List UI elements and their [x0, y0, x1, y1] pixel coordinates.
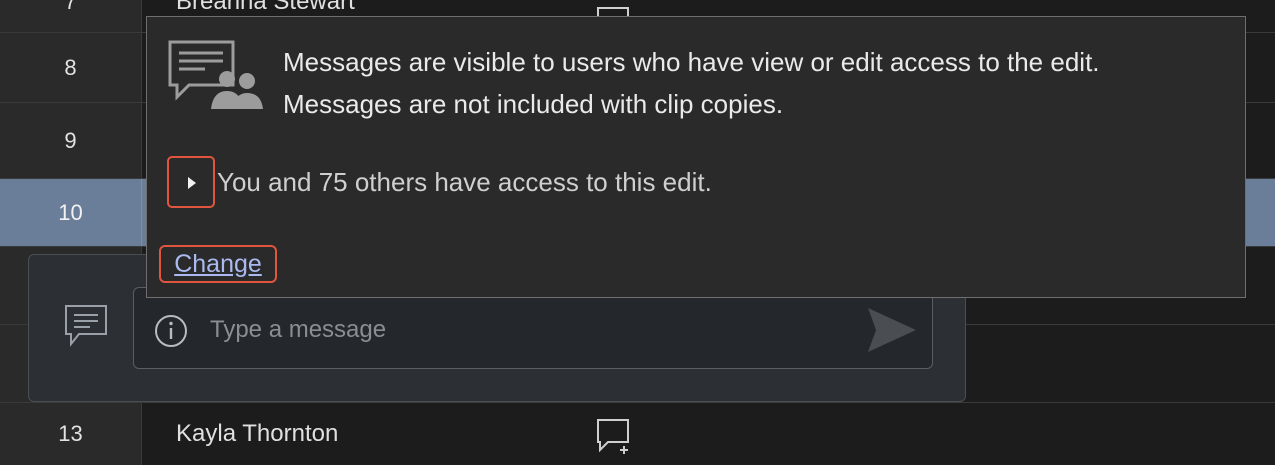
access-expand-button[interactable] [167, 156, 215, 208]
message-icon [65, 305, 107, 347]
visibility-info-text: Messages are visible to users who have v… [283, 47, 1100, 77]
info-icon[interactable] [154, 314, 188, 348]
send-icon[interactable] [866, 306, 918, 354]
row-number: 10 [0, 179, 142, 247]
change-access-link[interactable]: Change [159, 245, 277, 283]
row-name: Kayla Thornton [176, 420, 339, 447]
row-number: 9 [0, 103, 142, 179]
row-number: 13 [0, 403, 142, 465]
access-summary-text: You and 75 others have access to this ed… [217, 167, 712, 197]
row-number: 7 [0, 0, 142, 33]
table-row[interactable]: 13 Kayla Thornton [0, 402, 1275, 465]
message-input-box[interactable] [133, 287, 933, 369]
row-number: 8 [0, 33, 142, 103]
messages-info-popup: Messages are visible to users who have v… [146, 16, 1246, 298]
caret-right-icon [188, 177, 196, 189]
message-input[interactable] [208, 310, 812, 350]
messages-users-icon [168, 40, 263, 109]
add-comment-icon[interactable] [594, 416, 634, 456]
change-link-label: Change [174, 249, 262, 278]
clip-copies-info-text: Messages are not included with clip copi… [283, 89, 784, 119]
